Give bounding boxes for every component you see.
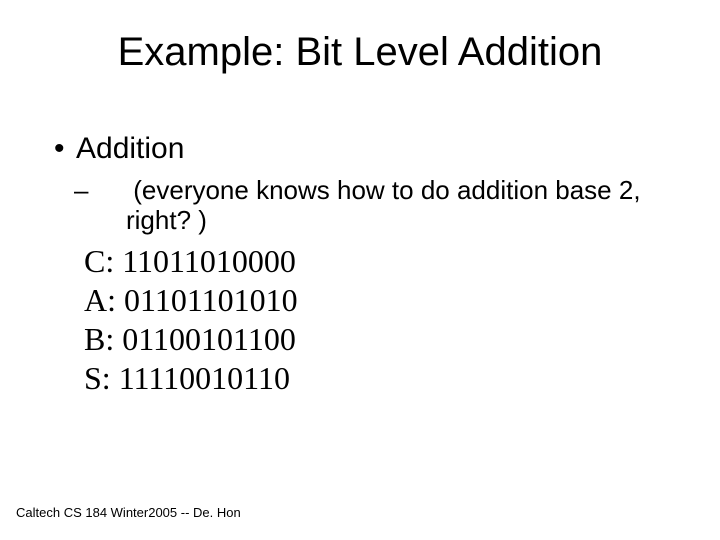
- bullet-addition: •Addition: [54, 132, 666, 166]
- bullet-everyone-knows: – (everyone knows how to do addition bas…: [100, 176, 666, 236]
- bullet-text: (everyone knows how to do addition base …: [126, 175, 641, 235]
- line-a: A: 01101101010: [84, 281, 666, 320]
- bullet-marker: •: [54, 132, 76, 166]
- line-c: C: 11011010000: [84, 242, 666, 281]
- slide-title: Example: Bit Level Addition: [0, 30, 720, 75]
- slide-body: •Addition – (everyone knows how to do ad…: [54, 132, 666, 398]
- line-s: S: 11110010110: [84, 359, 666, 398]
- binary-block: C: 11011010000 A: 01101101010 B: 0110010…: [84, 242, 666, 398]
- line-b: B: 01100101100: [84, 320, 666, 359]
- bullet-marker: –: [100, 176, 126, 206]
- slide-footer: Caltech CS 184 Winter2005 -- De. Hon: [16, 505, 241, 520]
- bullet-text: Addition: [76, 132, 184, 165]
- slide: Example: Bit Level Addition •Addition – …: [0, 0, 720, 540]
